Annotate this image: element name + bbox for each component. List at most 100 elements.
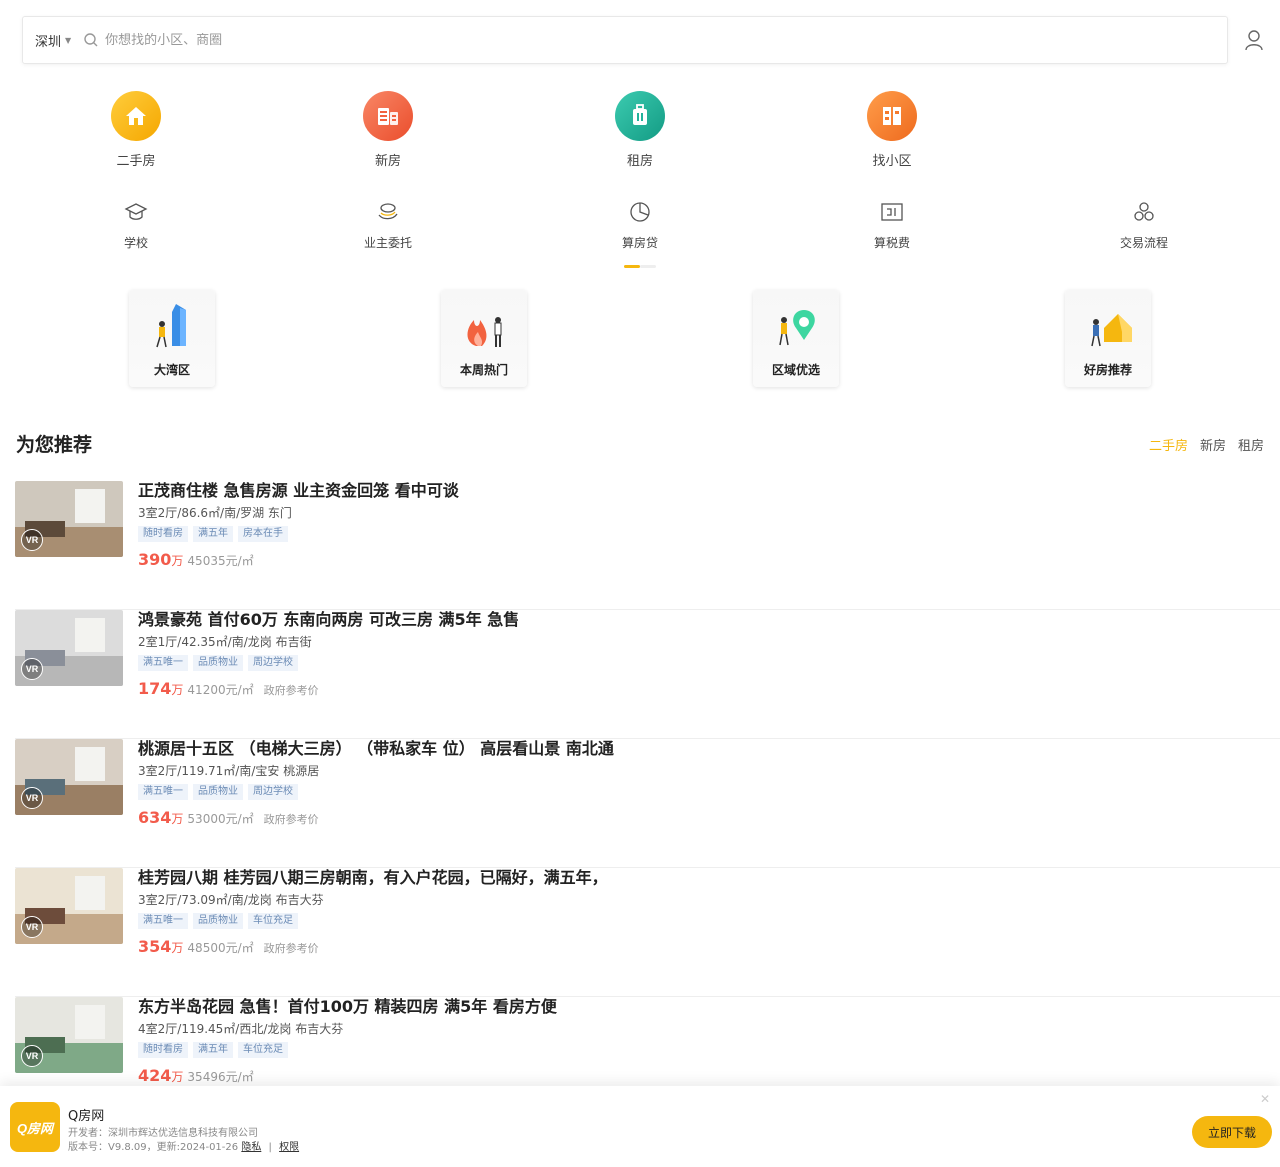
listing-unit-price: 48500元/㎡ bbox=[187, 941, 254, 955]
subnav-process[interactable]: 交易流程 bbox=[1084, 200, 1204, 251]
listing-photo[interactable]: VR bbox=[15, 868, 123, 944]
home-icon bbox=[111, 91, 161, 141]
listing-item[interactable]: VR 桃源居十五区 （电梯大三房） （带私家车 位） 高层看山景 南北通 3室2… bbox=[15, 739, 1280, 868]
listing-item[interactable]: VR 鸿景豪苑 首付60万 东南向两房 可改三房 满5年 急售 2室1厅/42.… bbox=[15, 610, 1280, 739]
listing-item[interactable]: VR 正茂商住楼 急售房源 业主资金回笼 看中可谈 3室2厅/86.6㎡/南/罗… bbox=[15, 481, 1280, 610]
nav-new-house[interactable]: 新房 bbox=[328, 91, 448, 169]
flame-illustration-icon bbox=[467, 317, 502, 347]
nav-label: 租房 bbox=[626, 154, 653, 169]
listing-price: 354 bbox=[138, 937, 172, 956]
app-version: 版本号：V9.8.09，更新:2024-01-26 bbox=[68, 1142, 239, 1153]
subnav-label: 业主委托 bbox=[363, 236, 412, 250]
caret-down-icon: ▼ bbox=[65, 35, 72, 45]
city-selector[interactable]: 深圳 ▼ bbox=[23, 17, 83, 63]
listing-title[interactable]: 东方半岛花园 急售！首付100万 精装四房 满5年 看房方便 bbox=[138, 997, 557, 1017]
listing-title[interactable]: 桃源居十五区 （电梯大三房） （带私家车 位） 高层看山景 南北通 bbox=[138, 739, 614, 759]
listing-meta: 3室2厅/73.09㎡/南/龙岗 布吉大芬 bbox=[138, 893, 324, 907]
card-hot-week[interactable]: 本周热门 bbox=[441, 290, 527, 387]
listing-tag: 品质物业 bbox=[193, 655, 243, 671]
listing-price-unit: 万 bbox=[171, 683, 184, 697]
listing-meta: 2室1厅/42.35㎡/南/龙岗 布吉街 bbox=[138, 635, 312, 649]
listing-tags: 满五唯一 品质物业 周边学校 bbox=[138, 784, 614, 800]
listing-price-row: 354 万 48500元/㎡ 政府参考价 bbox=[138, 937, 608, 956]
listing-price-row: 424 万 35496元/㎡ bbox=[138, 1066, 557, 1085]
listing-unit-price: 45035元/㎡ bbox=[187, 554, 254, 568]
card-label: 大湾区 bbox=[153, 363, 190, 377]
listing-price-unit: 万 bbox=[171, 1070, 184, 1084]
listing-price-unit: 万 bbox=[171, 554, 184, 568]
vr-icon: VR bbox=[21, 658, 43, 680]
app-logo: Q房网 bbox=[10, 1102, 60, 1152]
listing-photo[interactable]: VR bbox=[15, 739, 123, 815]
vr-icon: VR bbox=[21, 916, 43, 938]
search-input[interactable] bbox=[105, 32, 706, 48]
listing-tag: 满五唯一 bbox=[138, 655, 188, 671]
listing-tag: 随时看房 bbox=[138, 1042, 188, 1058]
tab-rent[interactable]: 租房 bbox=[1238, 435, 1264, 454]
subnav-loan[interactable]: 算房贷 bbox=[580, 200, 700, 251]
search-bar: 深圳 ▼ bbox=[22, 16, 1228, 64]
subnav-label: 学校 bbox=[123, 236, 148, 250]
listing-unit-price: 53000元/㎡ bbox=[187, 812, 254, 826]
tax-icon bbox=[881, 203, 903, 221]
listing-tag: 品质物业 bbox=[193, 784, 243, 800]
listing-tag: 房本在手 bbox=[238, 526, 288, 542]
building-icon bbox=[363, 91, 413, 141]
listing-tag: 周边学校 bbox=[248, 655, 298, 671]
download-button[interactable]: 立即下载 bbox=[1192, 1116, 1272, 1148]
card-greater-bay[interactable]: 大湾区 bbox=[129, 290, 215, 387]
permission-link[interactable]: 权限 bbox=[279, 1142, 299, 1153]
listing-tags: 随时看房 满五年 房本在手 bbox=[138, 526, 459, 542]
subnav-school[interactable]: 学校 bbox=[76, 200, 196, 251]
city-label: 深圳 bbox=[35, 34, 62, 50]
search-icon bbox=[84, 33, 98, 47]
listing-price-row: 390 万 45035元/㎡ bbox=[138, 550, 459, 569]
listing-tag: 周边学校 bbox=[248, 784, 298, 800]
card-label: 本周热门 bbox=[459, 363, 508, 377]
tab-second-hand[interactable]: 二手房 bbox=[1149, 435, 1188, 454]
subnav-tax[interactable]: 算税费 bbox=[832, 200, 952, 251]
school-icon bbox=[124, 203, 148, 220]
tab-new-house[interactable]: 新房 bbox=[1200, 435, 1226, 454]
listing-info: 桂芳园八期 桂芳园八期三房朝南，有入户花园，已隔好，满五年， 3室2厅/73.0… bbox=[138, 868, 608, 956]
listing-info: 正茂商住楼 急售房源 业主资金回笼 看中可谈 3室2厅/86.6㎡/南/罗湖 东… bbox=[138, 481, 459, 569]
user-icon[interactable] bbox=[1243, 29, 1265, 51]
listing-meta: 3室2厅/86.6㎡/南/罗湖 东门 bbox=[138, 506, 292, 520]
listing-tag: 满五年 bbox=[193, 526, 233, 542]
nav-rent[interactable]: 租房 bbox=[580, 91, 700, 169]
process-icon bbox=[1134, 202, 1154, 221]
subnav-label: 算税费 bbox=[873, 236, 910, 250]
card-region-pick[interactable]: 区域优选 bbox=[753, 290, 839, 387]
community-icon bbox=[867, 91, 917, 141]
subnav-label: 算房贷 bbox=[621, 236, 658, 250]
listing-meta: 4室2厅/119.45㎡/西北/龙岗 布吉大芬 bbox=[138, 1022, 344, 1036]
subnav-label: 交易流程 bbox=[1119, 236, 1168, 250]
privacy-link[interactable]: 隐私 bbox=[241, 1142, 261, 1153]
listing-title[interactable]: 鸿景豪苑 首付60万 东南向两房 可改三房 满5年 急售 bbox=[138, 610, 519, 630]
indicator-active bbox=[624, 265, 640, 268]
app-version-line: 版本号：V9.8.09，更新:2024-01-26 隐私 | 权限 bbox=[68, 1138, 299, 1153]
vr-icon: VR bbox=[21, 1045, 43, 1067]
app-name: Q房网 bbox=[68, 1109, 105, 1124]
card-good-house[interactable]: 好房推荐 bbox=[1065, 290, 1151, 387]
listing-photo[interactable]: VR bbox=[15, 481, 123, 557]
listing-item[interactable]: VR 桂芳园八期 桂芳园八期三房朝南，有入户花园，已隔好，满五年， 3室2厅/7… bbox=[15, 868, 1280, 997]
listing-tag: 品质物业 bbox=[193, 913, 243, 929]
listing-title[interactable]: 桂芳园八期 桂芳园八期三房朝南，有入户花园，已隔好，满五年， bbox=[138, 868, 608, 888]
subnav-entrust[interactable]: 业主委托 bbox=[328, 200, 448, 251]
listing-photo[interactable]: VR bbox=[15, 610, 123, 686]
link-divider: | bbox=[268, 1142, 272, 1153]
listing-price-row: 174 万 41200元/㎡ 政府参考价 bbox=[138, 679, 519, 698]
nav-second-hand[interactable]: 二手房 bbox=[76, 91, 196, 169]
nav-label: 找小区 bbox=[872, 154, 912, 169]
nav-community[interactable]: 找小区 bbox=[832, 91, 952, 169]
app-developer: 开发者：深圳市辉达优选信息科技有限公司 bbox=[68, 1128, 258, 1139]
listing-photo[interactable]: VR bbox=[15, 997, 123, 1073]
app-download-banner: Q房网 Q房网 开发者：深圳市辉达优选信息科技有限公司 版本号：V9.8.09，… bbox=[0, 1086, 1280, 1167]
loan-icon bbox=[630, 202, 650, 222]
listing-price-row: 634 万 53000元/㎡ 政府参考价 bbox=[138, 808, 614, 827]
listing-title[interactable]: 正茂商住楼 急售房源 业主资金回笼 看中可谈 bbox=[138, 481, 459, 501]
listing-unit-price: 35496元/㎡ bbox=[187, 1070, 254, 1084]
close-icon[interactable]: ✕ bbox=[1260, 1092, 1270, 1106]
vr-icon: VR bbox=[21, 529, 43, 551]
